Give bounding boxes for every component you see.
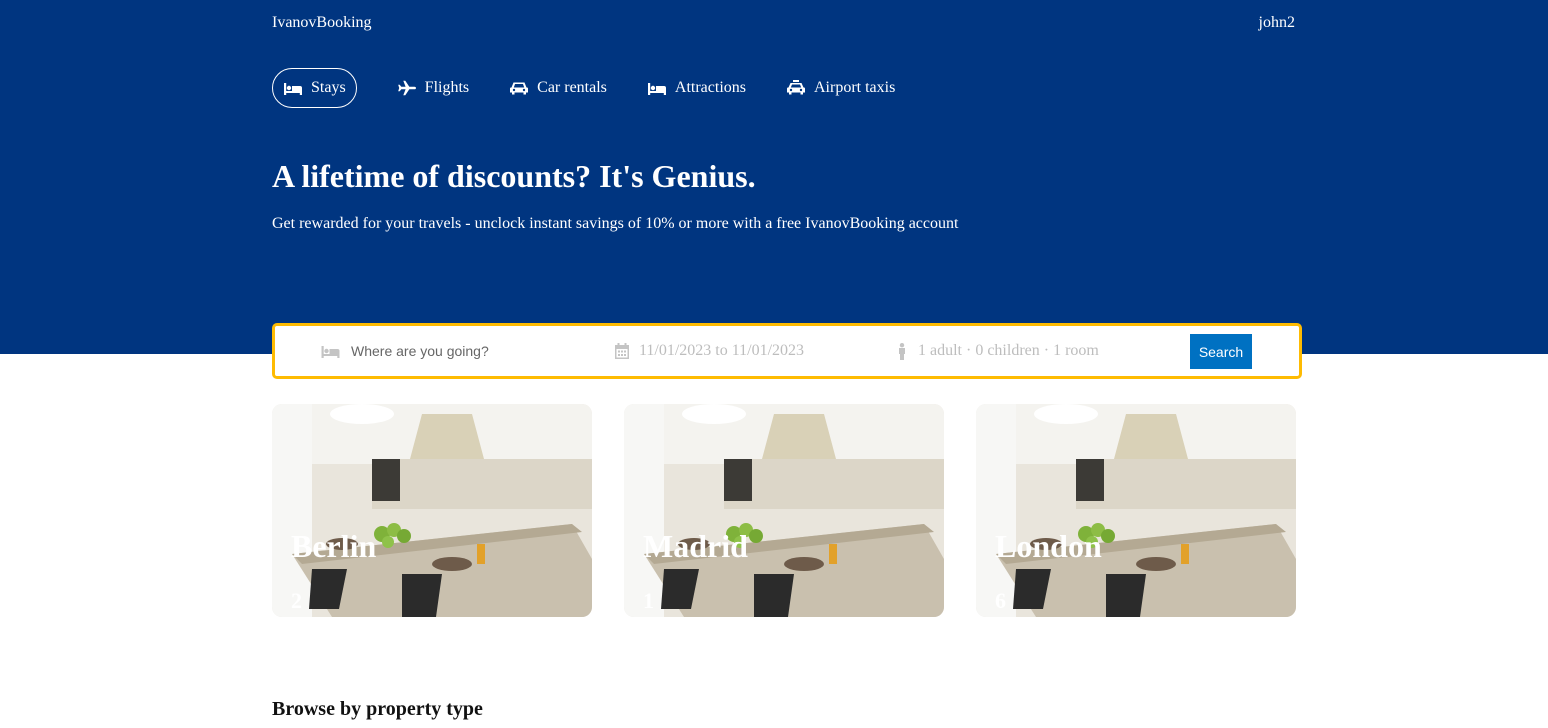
hero-title: A lifetime of discounts? It's Genius. bbox=[272, 158, 756, 194]
plane-icon bbox=[397, 80, 417, 96]
property-count: 6 bbox=[995, 588, 1006, 613]
nav-item-car-rentals[interactable]: Car rentals bbox=[509, 68, 607, 108]
search-button[interactable]: Search bbox=[1190, 334, 1252, 369]
nav-item-flights[interactable]: Flights bbox=[397, 68, 469, 108]
browse-property-type-heading: Browse by property type bbox=[272, 698, 483, 720]
nav-item-label: Attractions bbox=[674, 79, 746, 96]
property-count: 2 bbox=[291, 588, 302, 613]
date-range-field[interactable]: 11/01/2023 to 11/01/2023 bbox=[615, 326, 804, 376]
city-card-london[interactable]: London 6 bbox=[976, 404, 1296, 617]
search-bar: 11/01/2023 to 11/01/2023 1 adult · 0 chi… bbox=[272, 323, 1302, 379]
bed-icon bbox=[647, 80, 667, 96]
hero-banner bbox=[0, 0, 1548, 354]
kitchen-photo bbox=[624, 404, 944, 617]
city-name: Berlin bbox=[291, 528, 377, 564]
bed-icon bbox=[283, 80, 303, 96]
brand-logo[interactable]: IvanovBooking bbox=[272, 14, 372, 32]
car-icon bbox=[509, 80, 529, 96]
guests-text: 1 adult · 0 children · 1 room bbox=[918, 342, 1099, 359]
nav-item-label: Flights bbox=[424, 79, 470, 96]
city-name: London bbox=[995, 528, 1102, 564]
destination-input[interactable] bbox=[351, 343, 571, 359]
hero-description: Get rewarded for your travels - unclock … bbox=[272, 215, 959, 232]
nav-item-stays[interactable]: Stays bbox=[272, 68, 357, 108]
nav-item-label: Airport taxis bbox=[813, 79, 896, 96]
date-range-text: 11/01/2023 to 11/01/2023 bbox=[639, 342, 805, 359]
nav-item-label: Stays bbox=[311, 79, 346, 96]
person-icon bbox=[896, 342, 908, 360]
nav-item-label: Car rentals bbox=[537, 79, 607, 96]
nav-item-attractions[interactable]: Attractions bbox=[647, 68, 746, 108]
bed-icon bbox=[320, 343, 341, 359]
city-name: Madrid bbox=[643, 528, 748, 564]
calendar-icon bbox=[615, 343, 629, 359]
taxi-icon bbox=[786, 80, 806, 96]
featured-cities: Berlin 2 Madrid 1 London 6 bbox=[272, 404, 1296, 617]
guests-field[interactable]: 1 adult · 0 children · 1 room bbox=[896, 326, 1099, 376]
city-card-berlin[interactable]: Berlin 2 bbox=[272, 404, 592, 617]
property-count: 1 bbox=[643, 588, 654, 613]
kitchen-photo bbox=[272, 404, 592, 617]
kitchen-photo bbox=[976, 404, 1296, 617]
nav-item-airport-taxis[interactable]: Airport taxis bbox=[786, 68, 895, 108]
main-nav: Stays Flights Car rentals Attractions Ai… bbox=[272, 68, 895, 108]
city-card-madrid[interactable]: Madrid 1 bbox=[624, 404, 944, 617]
user-name[interactable]: john2 bbox=[1259, 14, 1295, 32]
destination-field[interactable] bbox=[320, 326, 571, 376]
